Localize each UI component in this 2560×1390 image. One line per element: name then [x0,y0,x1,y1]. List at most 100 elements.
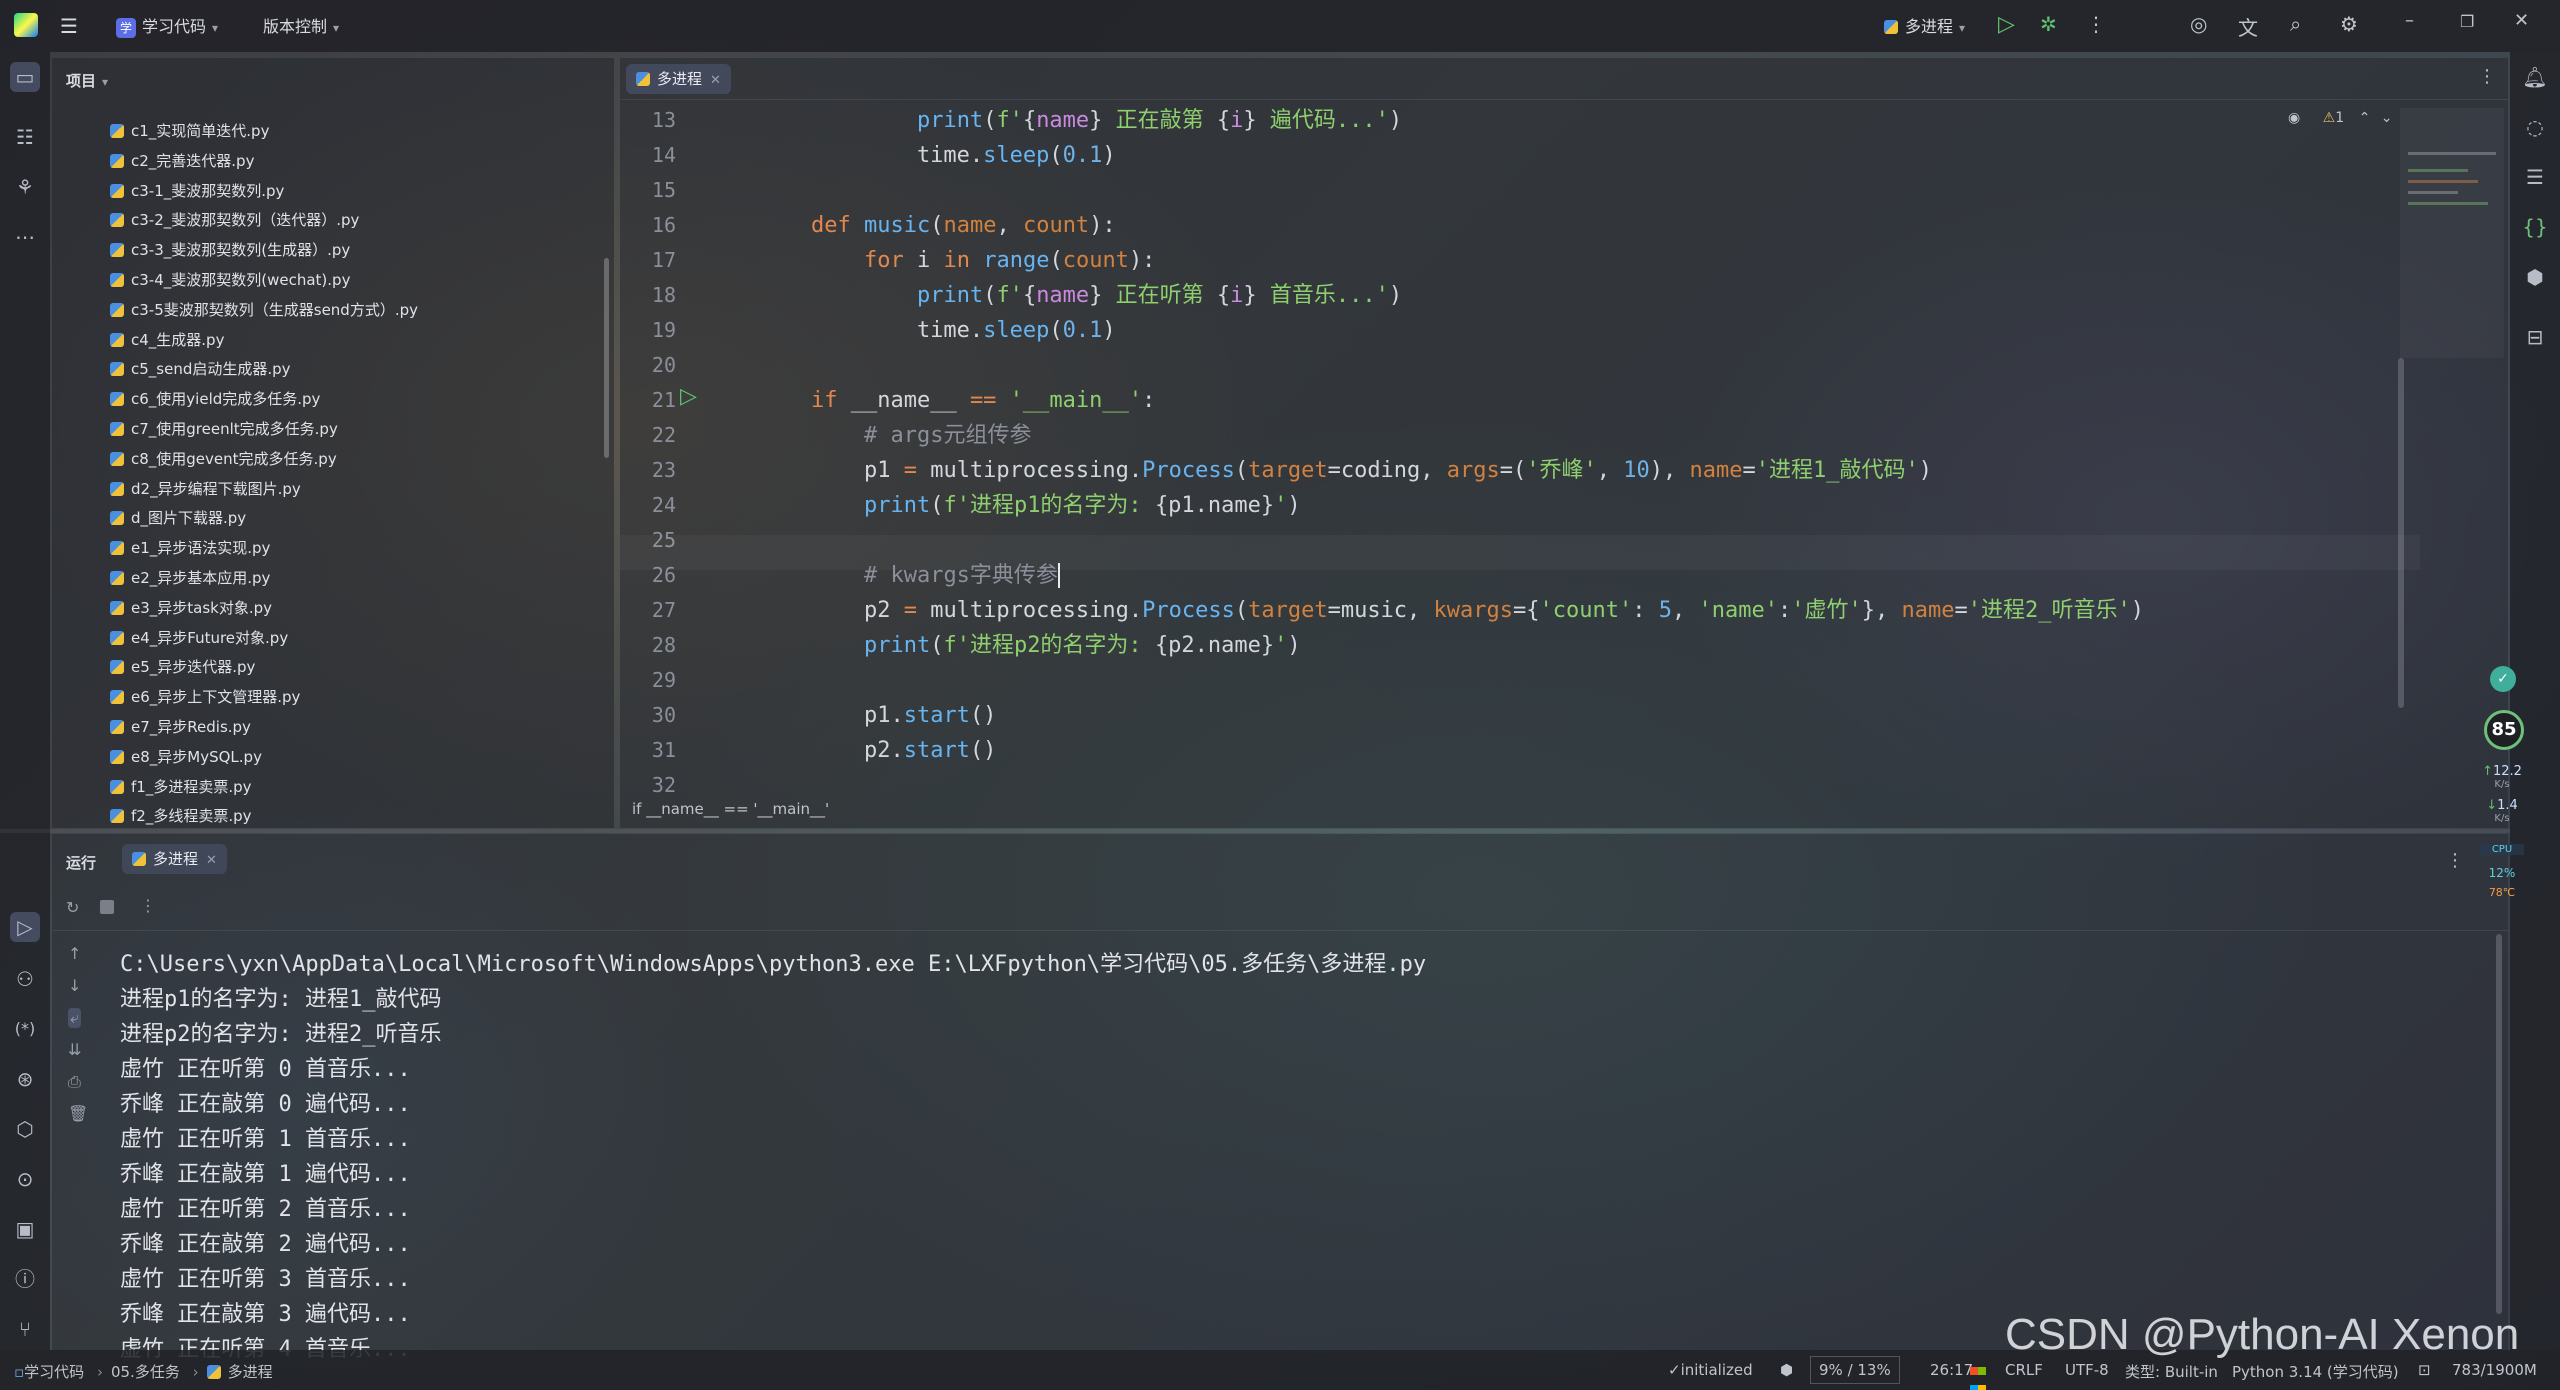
file-tree-item[interactable]: e8_异步MySQL.py [110,743,262,771]
problems-icon[interactable]: ⓘ [10,1264,40,1294]
lsp-status[interactable]: ✓initialized [1668,1361,1753,1379]
debug-icon[interactable]: ✲ [2040,12,2057,36]
minimize-button[interactable]: – [2405,10,2414,31]
pycharm-logo-icon [14,13,38,37]
close-tab-icon[interactable]: ✕ [206,853,217,868]
close-window-button[interactable]: ✕ [2514,10,2529,31]
database-icon[interactable]: ☰ [2520,162,2550,192]
editor-panel: 多进程 ✕ ⋮ ◉ ⚠1 ⌃ ⌄ 13 14 15 16 17 18 19 20 21 22 23 24… [620,58,2508,828]
chevron-up-icon[interactable]: ⌃ [2359,110,2371,126]
editor-scrollbar[interactable] [2398,358,2404,708]
git-icon[interactable]: ⑂ [10,1314,40,1344]
ai-chat-icon[interactable]: ◌ [2520,112,2550,142]
file-tree-item[interactable]: e5_异步迭代器.py [110,653,255,681]
inspection-widget[interactable]: ◉ ⚠1 ⌃ ⌄ [2288,110,2393,126]
caret-position[interactable]: 26:17 [1930,1361,1973,1379]
chevron-down-icon[interactable]: ⌄ [2381,110,2393,126]
file-tree-item[interactable]: d2_异步编程下载图片.py [110,475,301,503]
scroll-to-end-icon[interactable]: ⇊ [68,1040,81,1059]
file-tree-item[interactable]: e6_异步上下文管理器.py [110,683,300,711]
rerun-icon[interactable]: ↻ [66,898,79,917]
file-type[interactable]: 类型: Built-in [2125,1361,2218,1382]
run-more-icon[interactable]: ⋮ [140,896,156,915]
code-minimap[interactable] [2400,108,2504,358]
run-icon[interactable]: ▷ [1998,12,2015,37]
shield-icon[interactable]: ⬢ [1780,1361,1793,1379]
project-selector[interactable]: 学学习代码 ▾ [116,13,218,38]
play-circle-icon[interactable]: ⊙ [10,1164,40,1194]
print-icon[interactable]: ⎙ [68,1072,81,1092]
plugin-icon[interactable]: ⬢ [2520,262,2550,292]
file-tree-item[interactable]: e3_异步task对象.py [110,594,272,622]
ai-assistant-icon[interactable]: ◎ [2190,12,2207,36]
run-gutter-icon[interactable]: ▷ [680,384,697,409]
file-tree-item[interactable]: c5_send启动生成器.py [110,355,291,383]
editor-more-icon[interactable]: ⋮ [2478,66,2496,87]
scroll-down-icon[interactable]: ↓ [68,976,81,995]
more-tools-icon[interactable]: ⋯ [10,222,40,252]
file-tree-item[interactable]: e7_异步Redis.py [110,713,251,741]
soft-wrap-icon[interactable]: ⤶ [68,1008,81,1028]
file-tree-item[interactable]: c7_使用greenlt完成多任务.py [110,415,338,443]
notifications-icon[interactable]: 🔔︎ [2520,62,2550,92]
bookmark-icon[interactable]: ⊟ [2520,322,2550,352]
run-tab[interactable]: 多进程 ✕ [122,844,227,874]
file-tree-item[interactable]: c6_使用yield完成多任务.py [110,385,320,413]
system-monitor-widget[interactable]: ✓ 85 ↑12.2 K/s ↓1.4 K/s CPU 12% 78℃ [2480,660,2524,920]
terminal-icon[interactable]: ▣ [10,1214,40,1244]
file-tree-item[interactable]: c8_使用gevent完成多任务.py [110,445,337,473]
packages-icon[interactable]: ⚘ [10,172,40,202]
file-tree-item[interactable]: c3-2_斐波那契数列（迭代器）.py [110,206,359,234]
file-tree-item[interactable]: c3-4_斐波那契数列(wechat).py [110,266,350,294]
memory-indicator[interactable]: 9% / 13% [1810,1356,1900,1384]
python-console-icon[interactable]: (*) [10,1014,40,1044]
title-bar: ☰ 学学习代码 ▾ 版本控制 ▾ 多进程 ▾ ▷ ✲ ⋮ ◎ 文 ⌕ ⚙ – ❐ ✕ [0,0,2560,52]
settings-gear-icon[interactable]: ⚙ [2340,12,2358,36]
services-icon[interactable]: ⚇ [10,964,40,994]
file-tree-item[interactable]: c4_生成器.py [110,326,224,354]
file-encoding[interactable]: UTF-8 [2065,1361,2109,1379]
python-packages-icon[interactable]: ⊛ [10,1064,40,1094]
more-actions-icon[interactable]: ⋮ [2086,12,2106,36]
clear-trash-icon[interactable]: 🗑︎ [68,1104,88,1123]
file-tree-item[interactable]: c1_实现简单迭代.py [110,117,269,145]
search-icon[interactable]: ⌕ [2290,12,2301,36]
stop-icon[interactable] [100,900,114,914]
scroll-up-icon[interactable]: ↑ [68,944,81,963]
run-tool-icon[interactable]: ▷ [10,912,40,942]
file-tree-item[interactable]: d_图片下载器.py [110,504,246,532]
panel-splitter[interactable] [0,829,2510,833]
file-tree-item[interactable]: f2_多线程卖票.py [110,802,252,830]
restore-button[interactable]: ❐ [2460,12,2474,31]
file-tree-item[interactable]: c3-1_斐波那契数列.py [110,177,284,205]
code-breadcrumb[interactable]: if __name__ == '__main__' [632,800,829,818]
run-panel-more-icon[interactable]: ⋮ [2446,850,2464,871]
console-scrollbar[interactable] [2496,934,2502,1314]
file-tree-item[interactable]: f1_多进程卖票.py [110,773,252,801]
file-tree-item[interactable]: e2_异步基本应用.py [110,564,270,592]
line-separator[interactable]: CRLF [2005,1361,2043,1379]
file-tree-item[interactable]: e1_异步语法实现.py [110,534,270,562]
python-interpreter[interactable]: Python 3.14 (学习代码) [2232,1361,2399,1382]
file-tree-item[interactable]: c2_完善迭代器.py [110,147,254,175]
file-tree-item[interactable]: c3-5斐波那契数列（生成器send方式）.py [110,296,418,324]
code-line-30: p1.start() [758,703,997,728]
file-tree-item[interactable]: e4_异步Future对象.py [110,624,288,652]
project-panel-title[interactable]: 项目 ▾ [66,70,108,91]
translate-icon[interactable]: 文 [2238,12,2258,41]
editor-tab-active[interactable]: 多进程 ✕ [626,64,731,94]
close-tab-icon[interactable]: ✕ [710,73,721,88]
project-scrollbar[interactable] [604,258,609,458]
layers-icon[interactable]: ⬡ [10,1114,40,1144]
run-config-selector[interactable]: 多进程 ▾ [1884,13,1965,37]
json-icon[interactable]: {} [2520,212,2550,242]
main-menu-icon[interactable]: ☰ [60,14,78,38]
heap-memory[interactable]: 783/1900M [2452,1361,2537,1379]
structure-icon[interactable]: ☷ [10,122,40,152]
vcs-menu[interactable]: 版本控制 ▾ [263,13,339,37]
status-breadcrumb[interactable]: ▫学习代码 › 05.多任务 › 多进程 [14,1361,273,1382]
line-number: 21 [651,388,676,412]
project-folder-icon[interactable]: ▭ [10,62,40,92]
file-tree-item[interactable]: c3-3_斐波那契数列(生成器）.py [110,236,350,264]
lock-icon[interactable]: ⊡ [2418,1361,2431,1379]
